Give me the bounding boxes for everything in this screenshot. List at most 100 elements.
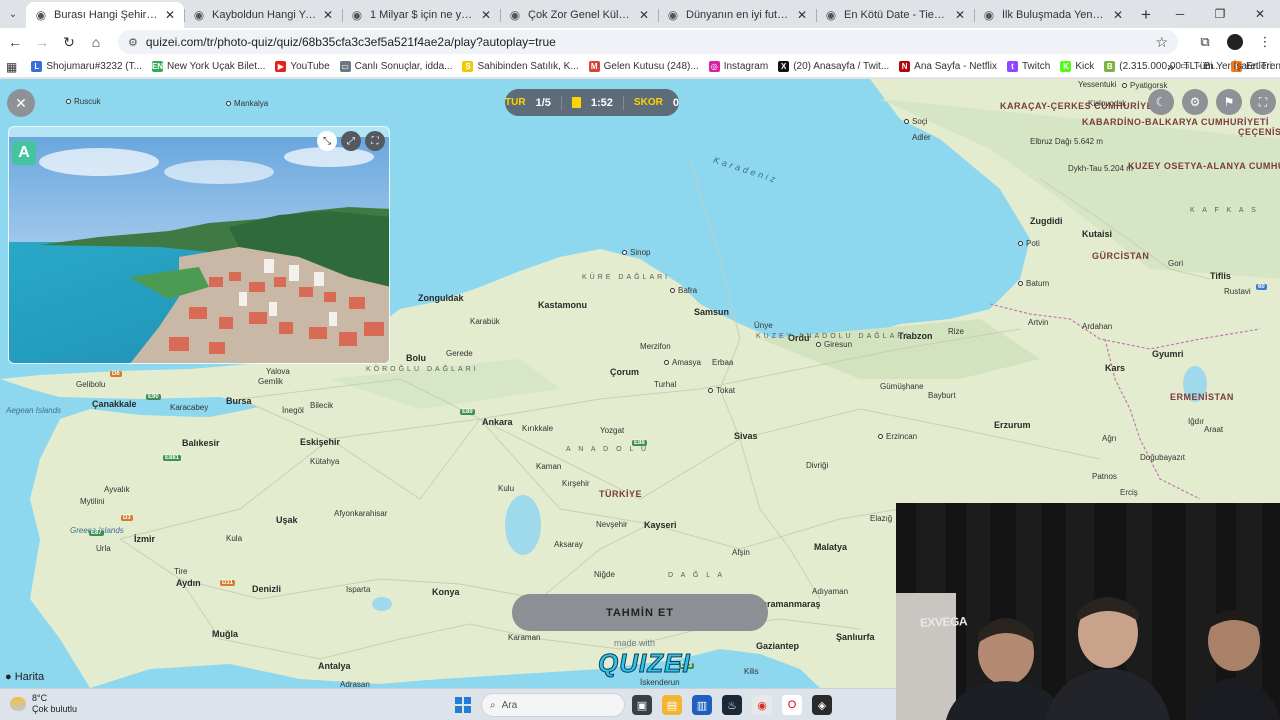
new-tab-button[interactable]: + [1132,2,1160,28]
map-label: Adıyaman [812,587,849,596]
bookmarks-overflow[interactable]: » [1167,60,1174,74]
map-label: KABARDİNO-BALKARYA CUMHURİYETİ [1082,117,1269,127]
map-label: Kula [226,534,243,543]
screen: ⌄ ◉ Burası Hangi Şehir? (Türkiye) - Q ✕ … [0,0,1280,720]
bookmark-favicon-icon: B [1104,61,1116,72]
all-bookmarks[interactable]: ▭ Tüm Yer İşaretleri [1180,61,1272,72]
map-label: Kulu [498,484,515,493]
globe-icon: ◉ [667,8,679,22]
maximize-icon[interactable]: ❐ [1200,0,1240,28]
close-icon[interactable]: ✕ [164,8,176,22]
quizei-logo[interactable]: QUIZEI [598,648,691,679]
tab-0[interactable]: ◉ Burası Hangi Şehir? (Türkiye) - Q ✕ [26,2,184,28]
close-icon[interactable]: ✕ [796,8,808,22]
extensions-icon[interactable]: ⧉ [1192,30,1218,54]
address-bar[interactable]: ⚙ quizei.com/tr/photo-quiz/quiz/68b35cfa… [118,30,1178,54]
map-label: KUZEY OSETYA-ALANYA CUMHURİYETİ [1128,161,1280,171]
map-label: Samsun [694,307,730,317]
close-quiz-button[interactable]: ✕ [7,89,35,117]
fullscreen-icon[interactable]: ⛶ [1250,89,1276,115]
forward-icon[interactable]: → [30,30,54,54]
close-window-icon[interactable]: ✕ [1240,0,1280,28]
map-label: Giresun [816,340,852,349]
avatar[interactable] [1227,34,1243,50]
dark-mode-icon[interactable]: ☾ [1148,89,1174,115]
bookmark-item[interactable]: EN New York Uçak Bilet... [151,61,265,72]
weather-widget[interactable]: 8°C Çok bulutlu [10,693,77,715]
minimize-photo-icon[interactable]: ⤡ [317,131,337,151]
bookmark-star-icon[interactable]: ☆ [1155,34,1168,51]
bookmark-item[interactable]: t Twitch [1006,61,1051,72]
reload-icon[interactable]: ↻ [57,30,81,54]
minimize-icon[interactable]: ─ [1160,0,1200,28]
map-label: Balıkesir [182,438,220,448]
all-bookmarks-label: Tüm Yer İşaretleri [1193,61,1272,72]
opera-icon[interactable]: O [782,695,802,715]
game-status-pill: TUR 1/5 1:52 SKOR 0 [505,89,679,116]
menu-icon[interactable]: ⋮ [1252,30,1278,54]
task-view-icon[interactable]: ▣ [632,695,652,715]
fullscreen-photo-icon[interactable]: ⛶ [365,131,385,151]
map-label: İzmir [134,534,156,544]
close-icon[interactable]: ✕ [322,8,334,22]
webcam-feed [896,503,1280,720]
map-label: Aydın [176,578,201,588]
file-explorer-icon[interactable]: ▤ [662,695,682,715]
bookmark-label: Twitch [1021,61,1051,72]
home-icon[interactable]: ⌂ [84,30,108,54]
close-icon[interactable]: ✕ [954,8,966,22]
weather-cloud-icon [10,697,26,711]
bookmark-favicon-icon: L [31,61,43,72]
map-label: Çorum [610,367,639,377]
tab-4[interactable]: ◉ Dünyanın en iyi futbol ülkesi - T ✕ [658,2,816,28]
tab-6[interactable]: ◉ İlk Buluşmada Yenecek En Kötü ✕ [974,2,1132,28]
bookmark-item[interactable]: ◎ Instagram [708,61,769,72]
timer-value: 1:52 [590,96,613,109]
bookmark-favicon-icon: X [778,61,790,72]
tab-5[interactable]: ◉ En Kötü Date - Tier List | Kör Sı ✕ [816,2,974,28]
report-flag-icon[interactable]: ⚑ [1216,89,1242,115]
back-icon[interactable]: ← [3,30,27,54]
close-icon[interactable]: ✕ [480,8,492,22]
close-icon[interactable]: ✕ [1112,8,1124,22]
bookmark-item[interactable]: L Shojumaru#3232 (T... [31,61,142,72]
url-text[interactable]: quizei.com/tr/photo-quiz/quiz/68b35cfa3c… [146,35,1148,49]
ms-store-icon[interactable]: ▥ [692,695,712,715]
guess-button[interactable]: TAHMİN ET [512,594,768,631]
quiz-photo-panel[interactable]: A ⤡ ⤢ ⛶ [8,126,390,364]
map-label: Gerede [446,349,473,358]
tab-1[interactable]: ◉ Kayboldun Hangi Yoldan Giders ✕ [184,2,342,28]
bookmark-label: Instagram [723,61,769,72]
taskbar-search[interactable]: ⌕ Ara [481,693,625,717]
map-label: Soçi [904,117,928,126]
bookmark-item[interactable]: ▭ Canlı Sonuçlar, idda... [339,61,452,72]
tab-3[interactable]: ◉ Çok Zor Genel Kültür Testi Parti ✕ [500,2,658,28]
webcam-overlay [896,503,1280,720]
site-info-icon[interactable]: ⚙ [128,36,138,49]
apps-grid-icon[interactable]: ▦ [6,60,17,74]
bookmark-item[interactable]: N Ana Sayfa - Netflix [899,61,997,72]
map-label: Kütahya [310,457,340,466]
bookmark-item[interactable]: K Kick [1060,61,1094,72]
steam-icon[interactable]: ♨ [722,695,742,715]
window-controls: ─ ❐ ✕ [1160,0,1280,28]
bookmark-item[interactable]: M Gelen Kutusu (248)... [588,61,699,72]
settings-gear-icon[interactable]: ⚙ [1182,89,1208,115]
expand-photo-icon[interactable]: ⤢ [341,131,361,151]
map-label: Sivas [734,431,758,441]
close-icon[interactable]: ✕ [638,8,650,22]
tab-search-icon[interactable]: ⌄ [0,0,26,28]
map-label: İnegöl [282,406,304,415]
discord-icon[interactable]: ◈ [812,695,832,715]
bookmark-item[interactable]: ▶ YouTube [275,61,330,72]
windows-start-icon[interactable] [455,697,471,713]
map-label: Niğde [594,570,615,579]
map-label: Erzincan [878,432,917,441]
tab-2[interactable]: ◉ 1 Milyar $ için ne yaparsın? - Ti ✕ [342,2,500,28]
bookmark-item[interactable]: S Sahibinden Satılık, K... [462,61,579,72]
map-label: Ağrı [1102,434,1117,443]
bookmark-item[interactable]: X (20) Anasayfa / Twit... [778,61,889,72]
chrome-icon[interactable]: ◉ [752,695,772,715]
map-label: Kayseri [644,520,677,530]
webcam-brand-text: EXVEGA [919,614,968,630]
